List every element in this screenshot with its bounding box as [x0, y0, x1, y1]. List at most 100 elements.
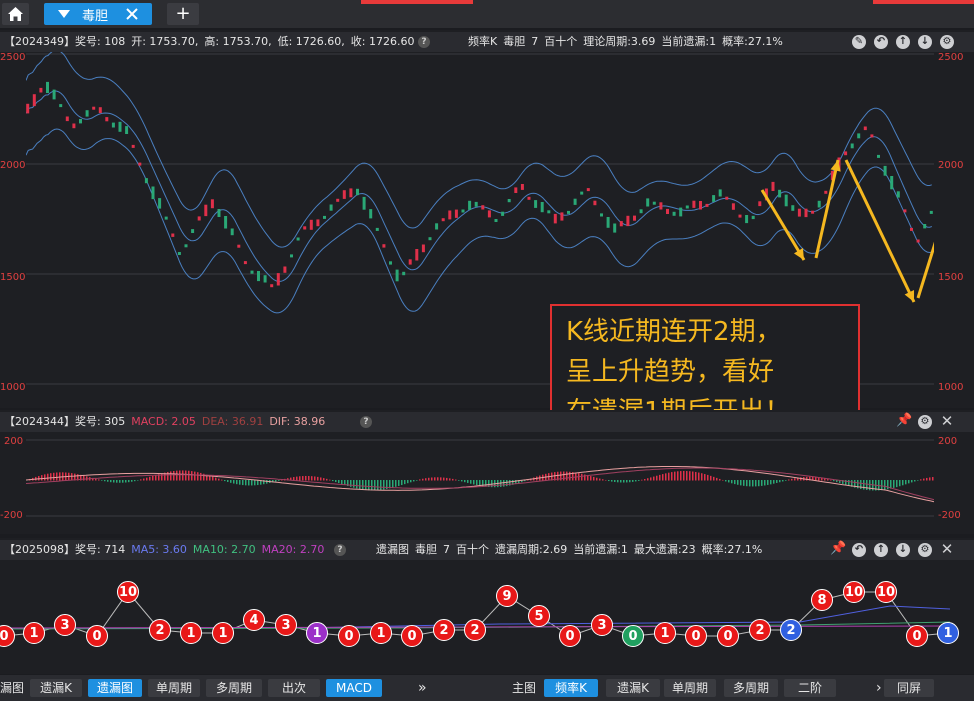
- settings-icon[interactable]: ⚙: [918, 415, 932, 429]
- macd-bar: [746, 480, 748, 487]
- candle: [276, 273, 280, 286]
- tool-miss-k[interactable]: 遗漏K: [30, 679, 82, 697]
- tool-multi-period[interactable]: 多周期: [724, 679, 778, 697]
- macd-bar: [896, 480, 898, 488]
- up-icon[interactable]: ↑: [874, 543, 888, 557]
- macd-bar: [866, 480, 868, 490]
- miss-ball: 3: [54, 614, 76, 636]
- tool-cut-label[interactable]: 漏图: [0, 679, 24, 697]
- macd-bar: [320, 477, 322, 481]
- tool-macd[interactable]: MACD: [326, 679, 382, 697]
- tool-single-period[interactable]: 单周期: [664, 679, 716, 697]
- tab-main[interactable]: 毒胆: [44, 3, 152, 25]
- undo-icon[interactable]: ↶: [874, 35, 888, 49]
- candle: [639, 209, 643, 214]
- macd-bar: [608, 480, 610, 482]
- macd-bar: [116, 480, 118, 483]
- macd-bar: [806, 476, 808, 481]
- macd-bar: [152, 475, 154, 481]
- candle: [811, 210, 815, 214]
- macd-bar: [503, 480, 505, 487]
- pin-icon[interactable]: 📌: [830, 542, 846, 556]
- pin-icon[interactable]: 📌: [896, 414, 912, 428]
- pos-label: 百十个: [456, 543, 489, 556]
- header-stats: 遗漏图 毒胆 7 百十个 遗漏周期:2.69 当前遗漏:1 最大遗漏:23 概率:27.1%: [376, 540, 768, 560]
- macd-bar: [314, 476, 316, 481]
- open-value: 开: 1753.70,: [131, 35, 199, 48]
- candle: [283, 266, 287, 273]
- macd-bar: [929, 477, 931, 481]
- miss-ball: 0: [559, 625, 581, 647]
- close-icon[interactable]: ✕: [940, 542, 954, 557]
- macd-bar: [353, 480, 355, 488]
- miss-ball: 2: [433, 619, 455, 641]
- tool-freq-k[interactable]: 频率K: [544, 679, 598, 697]
- macd-bar: [650, 477, 652, 481]
- tool-miss-chart[interactable]: 遗漏图: [88, 679, 142, 697]
- tool-count[interactable]: 出次: [268, 679, 320, 697]
- macd-bar: [590, 476, 592, 481]
- macd-bar: [695, 471, 697, 481]
- down-icon[interactable]: ↓: [896, 543, 910, 557]
- chevron-right-icon[interactable]: ›: [876, 679, 882, 697]
- edit-icon[interactable]: ✎: [852, 35, 866, 49]
- settings-icon[interactable]: ⚙: [918, 543, 932, 557]
- candle: [131, 144, 135, 148]
- help-icon[interactable]: ?: [418, 36, 430, 48]
- candle: [738, 214, 742, 218]
- tool-miss-k[interactable]: 遗漏K: [606, 679, 660, 697]
- add-tab-button[interactable]: +: [167, 3, 199, 25]
- tool-multi-period[interactable]: 多周期: [206, 679, 262, 697]
- down-icon[interactable]: ↓: [918, 35, 932, 49]
- macd-bar: [392, 480, 394, 488]
- macd-bar: [668, 472, 670, 481]
- close-icon[interactable]: ✕: [940, 414, 954, 429]
- macd-bar: [308, 476, 310, 481]
- pos-label: 百十个: [544, 35, 578, 48]
- macd-bar: [248, 480, 250, 486]
- home-button[interactable]: [2, 3, 29, 25]
- macd-bar: [752, 480, 754, 487]
- tool-second-order[interactable]: 二阶: [784, 679, 836, 697]
- tool-single-period[interactable]: 单周期: [148, 679, 200, 697]
- candle: [712, 195, 716, 202]
- candle: [52, 89, 56, 100]
- candle: [118, 121, 122, 132]
- miss-ball: 5: [528, 605, 550, 627]
- candle: [316, 219, 320, 227]
- close-icon[interactable]: [126, 8, 138, 20]
- help-icon[interactable]: ?: [334, 544, 346, 556]
- more-icon[interactable]: »: [418, 679, 427, 697]
- ma20-value: MA20: 2.70: [261, 543, 325, 556]
- candle: [92, 106, 96, 110]
- candle: [237, 244, 241, 248]
- candle: [652, 201, 656, 205]
- macd-bar: [155, 475, 157, 481]
- macd-bar: [908, 480, 910, 484]
- trend-arrow: [844, 159, 916, 303]
- macd-bar: [863, 480, 865, 490]
- macd-bar: [245, 480, 247, 486]
- macd-bar: [830, 479, 832, 481]
- macd-bar: [356, 480, 358, 489]
- y-tick: 2500: [0, 52, 26, 63]
- annotation-line: K线近期连开2期，: [566, 317, 782, 347]
- macd-bar: [140, 479, 142, 481]
- candle: [771, 181, 775, 191]
- settings-icon[interactable]: ⚙: [940, 35, 954, 49]
- tool-same-screen[interactable]: 同屏: [884, 679, 934, 697]
- macd-bar: [362, 480, 364, 490]
- macd-bar: [299, 476, 301, 481]
- macd-bar: [236, 480, 238, 485]
- macd-bar: [686, 471, 688, 481]
- up-icon[interactable]: ↑: [896, 35, 910, 49]
- macd-bar: [791, 478, 793, 481]
- miss-ball: 1: [937, 622, 959, 644]
- miss-ball: 1: [180, 622, 202, 644]
- help-icon[interactable]: ?: [360, 416, 372, 428]
- candle: [929, 210, 933, 214]
- candle: [151, 186, 155, 200]
- undo-icon[interactable]: ↶: [852, 543, 866, 557]
- macd-bar: [431, 477, 433, 481]
- macd-bar: [470, 480, 472, 484]
